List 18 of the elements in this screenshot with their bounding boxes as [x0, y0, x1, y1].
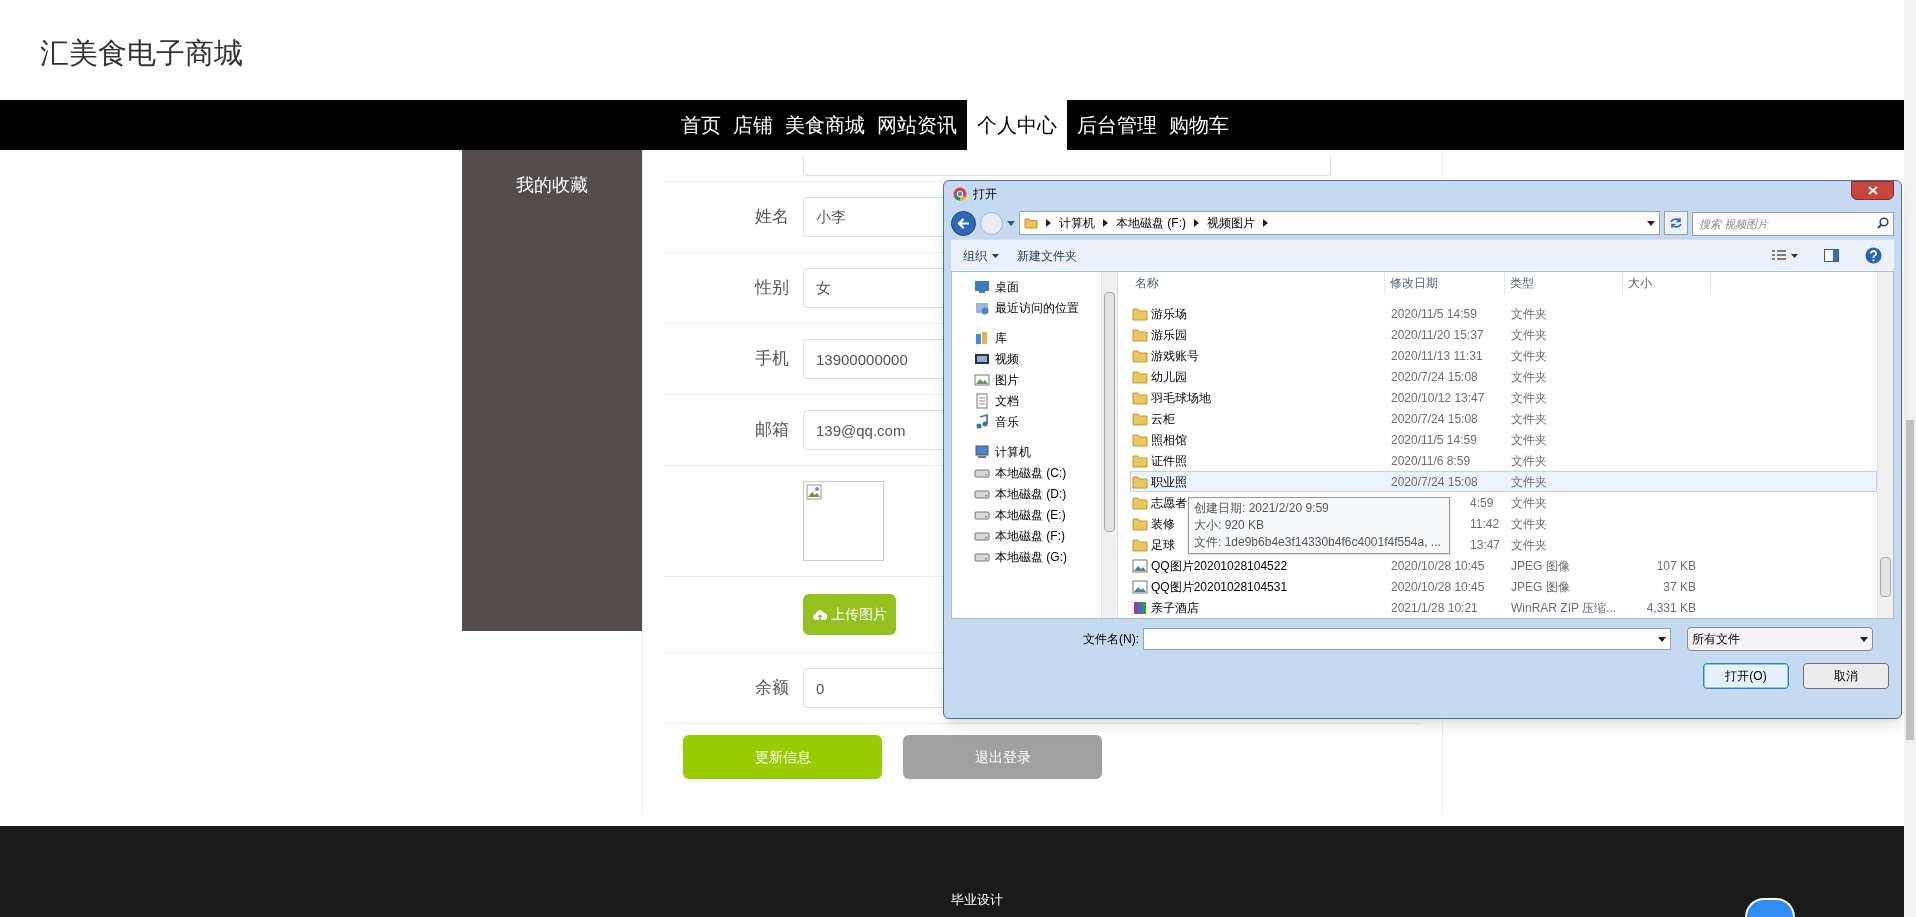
- file-type: 文件夹: [1511, 516, 1547, 531]
- modified-date: 11:42: [1470, 516, 1500, 531]
- field-label: 余额: [755, 677, 789, 700]
- footer-text: 毕业设计: [951, 890, 1003, 909]
- site-title: 汇美食电子商城: [40, 36, 243, 71]
- tooltip-line: 文件: 1de9b6b4e3f14330b4f6c4001f4f554a, ...: [1194, 534, 1442, 551]
- tooltip-line: 大小: 920 KB: [1194, 517, 1266, 534]
- field-label: 邮箱: [755, 419, 789, 442]
- field-label: 手机: [755, 348, 789, 371]
- field-label: 性别: [755, 277, 789, 300]
- file-type: 文件夹: [1511, 537, 1547, 552]
- field-label: 姓名: [755, 206, 789, 229]
- dialog-title: 打开: [973, 186, 997, 203]
- modified-date: 4:59: [1470, 495, 1494, 510]
- modified-date: 13:47: [1470, 537, 1501, 552]
- tooltip-line: 创建日期: 2021/2/20 9:59: [1194, 500, 1330, 517]
- field-label: 文件名(N):: [1083, 631, 1139, 648]
- file-type: 文件夹: [1511, 495, 1547, 510]
